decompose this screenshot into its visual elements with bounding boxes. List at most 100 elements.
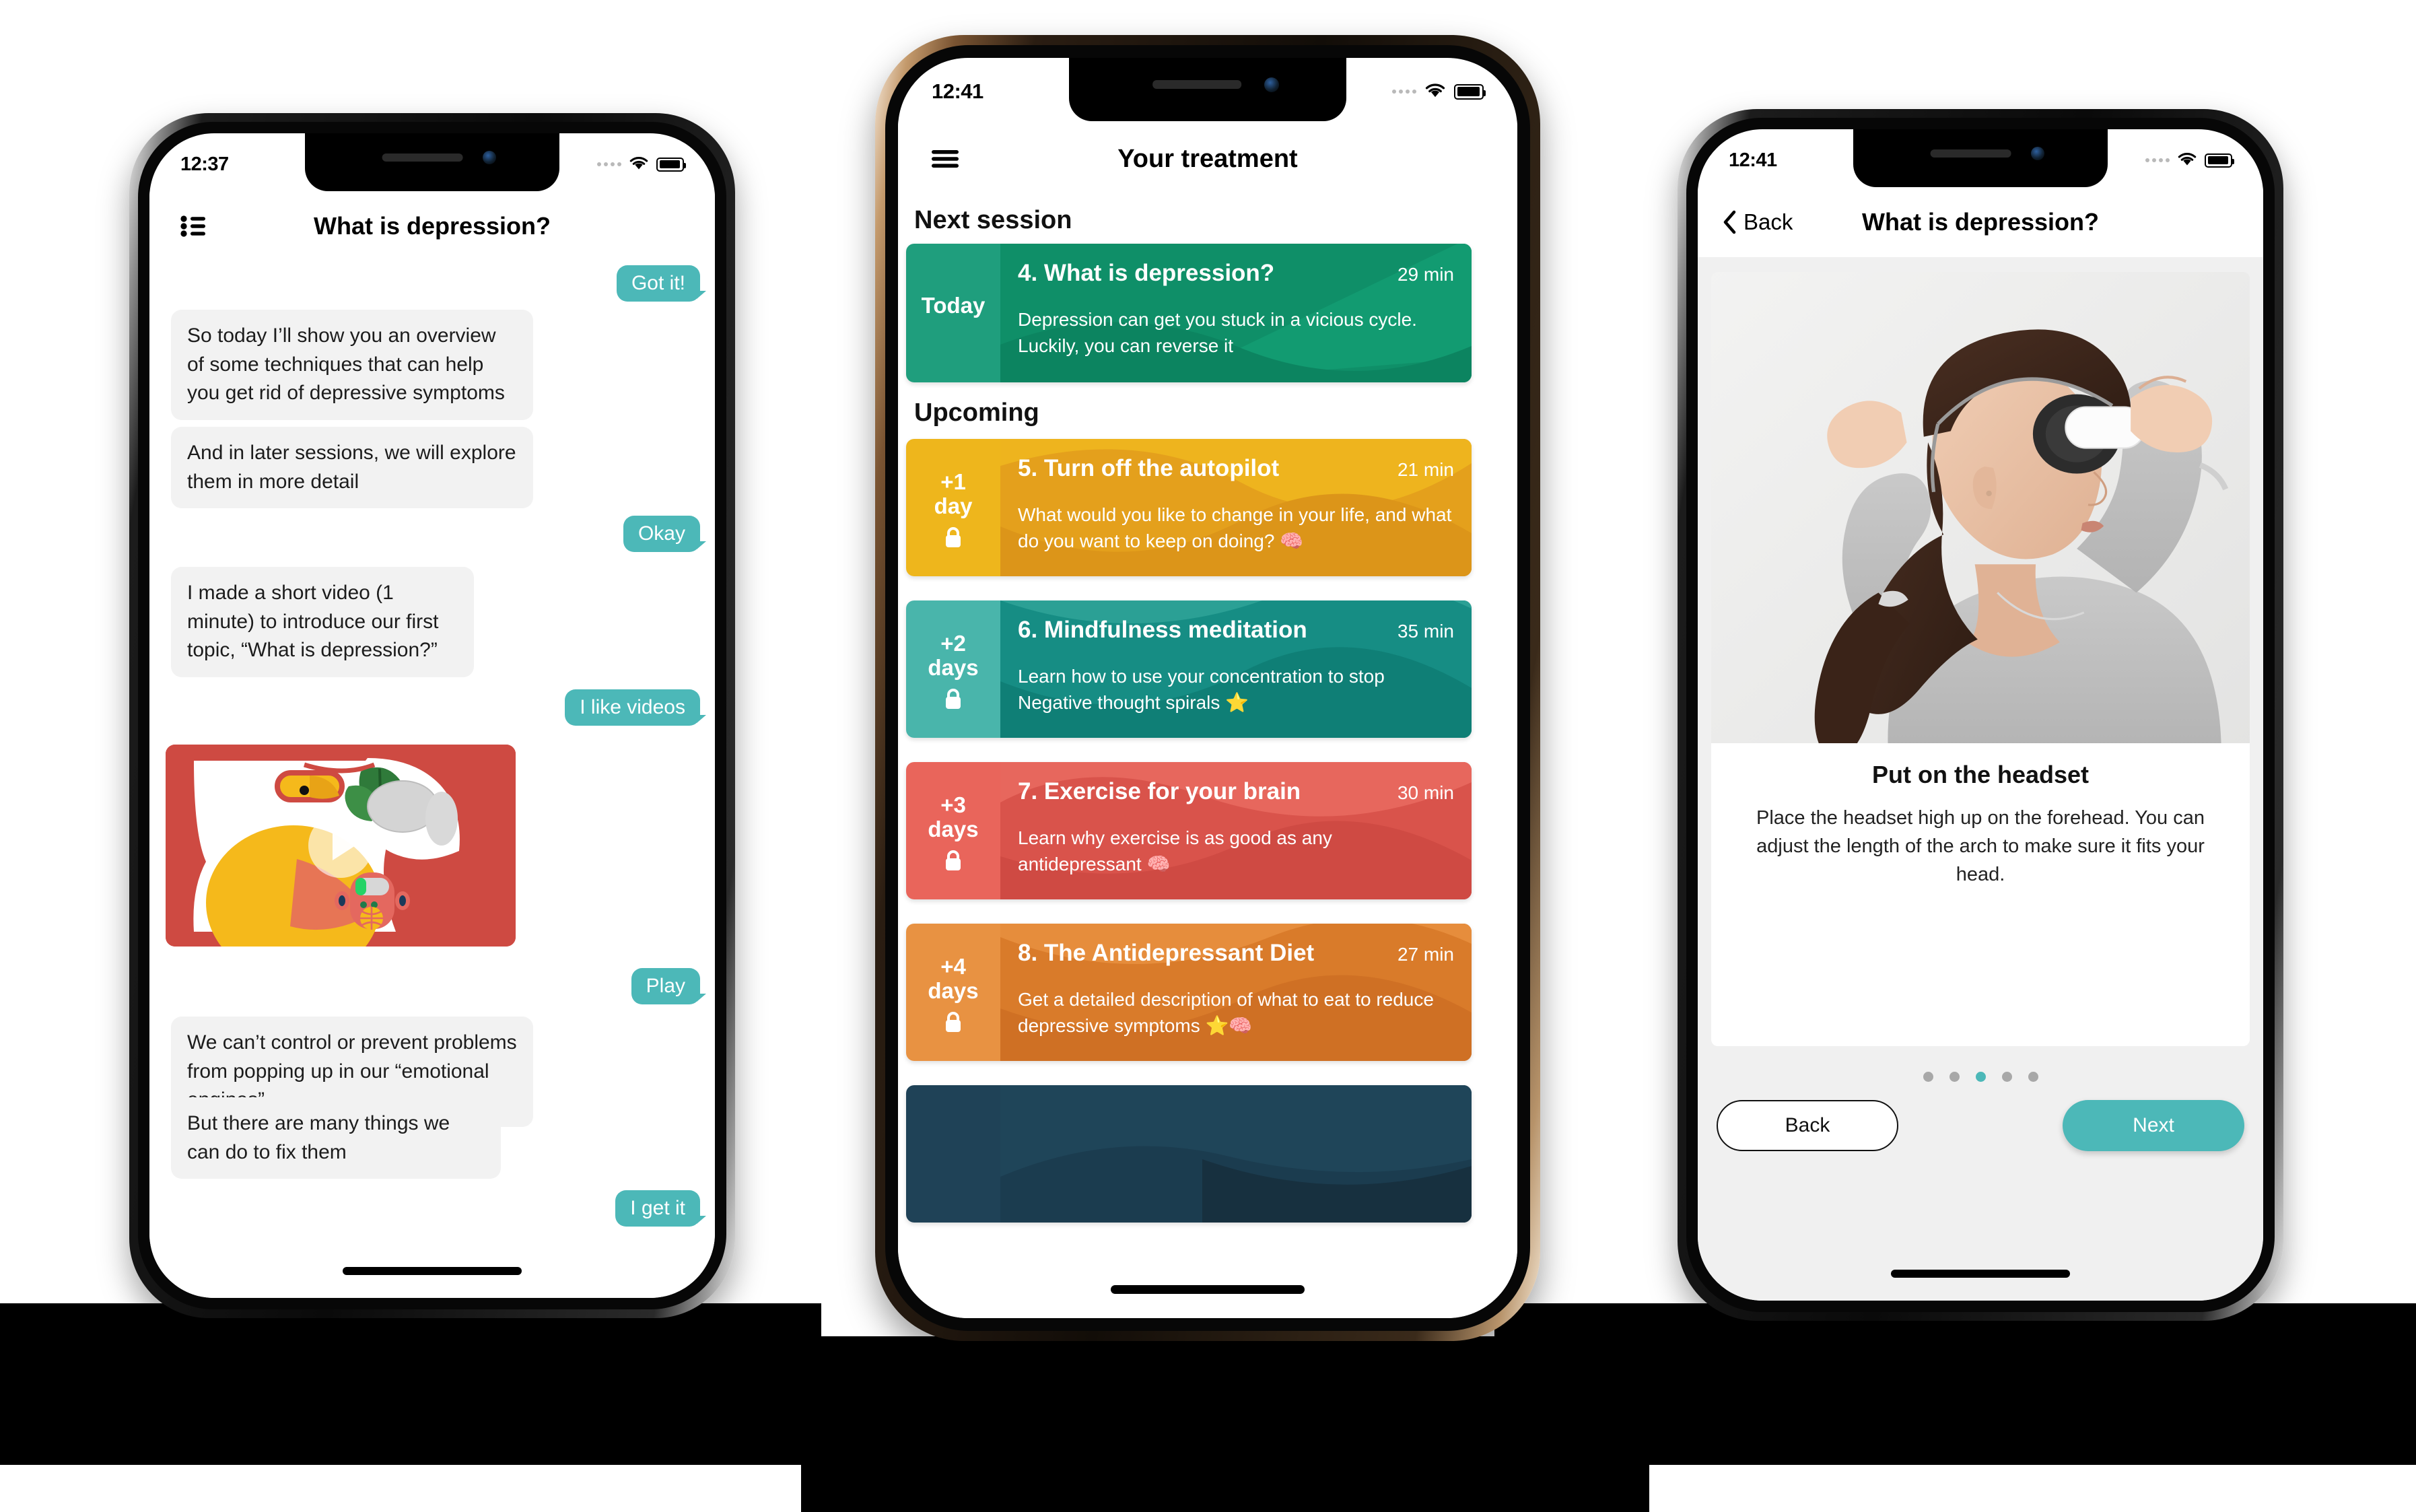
page-title: What is depression?: [313, 212, 551, 240]
session-card-body: 4. What is depression? 29 min Depression…: [1000, 244, 1472, 382]
session-description: Learn why exercise is as good as any ant…: [1018, 827, 1332, 874]
chat-bubble-in: I made a short video (1 minute) to intro…: [171, 567, 474, 677]
session-card-topline: 4. What is depression? 29 min: [1018, 260, 1454, 287]
video-thumbnail[interactable]: [166, 745, 516, 947]
chat-bubble-out: I get it: [615, 1190, 706, 1227]
session-card-body: 7. Exercise for your brain 30 min Learn …: [1000, 762, 1472, 899]
session-card-topline: 8. The Antidepressant Diet 27 min: [1018, 940, 1454, 967]
status-icons: [2145, 149, 2234, 172]
phone-chat: 12:37 What is depression? Got it! So tod…: [129, 113, 735, 1318]
next-button-label: Next: [2133, 1114, 2174, 1136]
session-title: 6. Mindfulness meditation: [1018, 617, 1307, 643]
earpiece-speaker: [1930, 149, 2011, 158]
chat-bubble-out: I like videos: [565, 689, 706, 726]
session-duration: 29 min: [1397, 264, 1454, 285]
session-description: Depression can get you stuck in a viciou…: [1018, 309, 1417, 356]
back-button[interactable]: Back: [1722, 209, 1793, 235]
session-card-day: +2 days: [906, 600, 1000, 738]
session-title: 8. The Antidepressant Diet: [1018, 940, 1315, 966]
session-day-unit: day: [934, 493, 973, 518]
signal-dots-icon: [2145, 158, 2170, 162]
session-card-day: [906, 1085, 1000, 1223]
hamburger-icon[interactable]: [932, 149, 959, 169]
battery-icon: [2205, 153, 2234, 168]
card-wave-decoration: [1000, 1085, 1472, 1223]
instruction-heading: Put on the headset: [1871, 761, 2090, 788]
session-card-body: 8. The Antidepressant Diet 27 min Get a …: [1000, 924, 1472, 1061]
status-clock: 12:41: [1729, 149, 1777, 171]
notch: [1069, 58, 1346, 121]
session-card[interactable]: +4 days 8. The Antidepressant Diet 27 mi…: [906, 924, 1472, 1061]
session-list[interactable]: Next session Today 4. What is depression…: [898, 197, 1517, 1318]
session-day-unit: days: [928, 977, 979, 1003]
phone-instructions: 12:41 Back What is depression? Put on th…: [1678, 109, 2283, 1321]
home-indicator: [1891, 1270, 2070, 1278]
notch: [1853, 129, 2108, 187]
lock-icon: [944, 1010, 963, 1037]
next-button[interactable]: Next: [2063, 1100, 2244, 1151]
back-button-footer-label: Back: [1785, 1114, 1830, 1136]
base-notch-cut-right: [1649, 1465, 2416, 1512]
back-button-footer[interactable]: Back: [1717, 1100, 1898, 1151]
session-day-label: +1: [940, 469, 966, 494]
list-icon[interactable]: [180, 215, 206, 237]
phone-treatment: 12:41 Your treatment Next session Today …: [875, 35, 1540, 1341]
wifi-icon: [629, 153, 649, 176]
status-clock: 12:41: [932, 79, 983, 103]
battery-icon: [656, 157, 686, 172]
session-duration: 27 min: [1397, 944, 1454, 965]
wifi-icon: [1424, 79, 1446, 104]
session-title: 5. Turn off the autopilot: [1018, 455, 1280, 481]
session-duration: 21 min: [1397, 459, 1454, 480]
session-description: What would you like to change in your li…: [1018, 504, 1452, 551]
session-day-label: +2: [940, 631, 966, 656]
session-card[interactable]: +3 days 7. Exercise for your brain 30 mi…: [906, 762, 1472, 899]
session-description: Learn how to use your concentration to s…: [1018, 666, 1385, 713]
session-card-day: +4 days: [906, 924, 1000, 1061]
session-card-topline: 5. Turn off the autopilot 21 min: [1018, 455, 1454, 482]
session-card[interactable]: +2 days 6. Mindfulness meditation 35 min: [906, 600, 1472, 738]
session-card[interactable]: [906, 1085, 1472, 1223]
session-card-topline: 6. Mindfulness meditation 35 min: [1018, 617, 1454, 644]
session-card[interactable]: +1 day 5. Turn off the autopilot 21 min: [906, 439, 1472, 576]
pagination-dot[interactable]: [2028, 1072, 2038, 1082]
pagination-dot[interactable]: [1949, 1072, 1960, 1082]
chat-list[interactable]: Got it! So today I’ll show you an overvi…: [149, 261, 715, 1298]
session-card-day: +3 days: [906, 762, 1000, 899]
session-description: Get a detailed description of what to ea…: [1018, 989, 1434, 1036]
phone-screen: 12:41 Back What is depression? Put on th…: [1698, 129, 2263, 1301]
instruction-body: Place the headset high up on the forehea…: [1756, 807, 2205, 886]
session-duration: 35 min: [1397, 621, 1454, 642]
session-card-day: +1 day: [906, 439, 1000, 576]
session-title: 7. Exercise for your brain: [1018, 778, 1301, 804]
base-notch-cut-left: [0, 1465, 801, 1512]
play-icon[interactable]: [308, 813, 373, 878]
battery-icon: [1454, 83, 1486, 100]
back-button-label: Back: [1744, 209, 1793, 234]
pagination-dot[interactable]: [2001, 1072, 2012, 1082]
section-heading-next: Next session: [914, 206, 1072, 234]
lock-icon: [944, 687, 963, 714]
session-card-body: 6. Mindfulness meditation 35 min Learn h…: [1000, 600, 1472, 738]
chat-bubble-in: So today I’ll show you an overview of so…: [171, 310, 533, 420]
status-icons: [597, 153, 686, 176]
earpiece-speaker: [1152, 80, 1242, 89]
pagination-dot-active[interactable]: [1975, 1072, 1986, 1082]
lock-icon: [944, 849, 963, 875]
session-duration: 30 min: [1397, 782, 1454, 803]
instruction-screen: Put on the headset Place the headset hig…: [1698, 257, 2263, 1301]
chat-bubble-out: Play: [631, 968, 707, 1004]
nav-bar: Your treatment: [898, 121, 1517, 197]
signal-dots-icon: [1392, 90, 1416, 94]
session-day-unit: days: [928, 654, 979, 680]
pagination-dot[interactable]: [1923, 1072, 1933, 1082]
session-card-day: Today: [906, 244, 1000, 382]
session-day-label: +4: [940, 954, 966, 979]
session-day-label: Today: [921, 293, 986, 318]
woman-putting-on-headset-photo: [1711, 272, 2250, 743]
wifi-icon: [2177, 149, 2197, 172]
session-card[interactable]: Today 4. What is depression? 29 min Depr…: [906, 244, 1472, 382]
chat-bubble-in: But there are many things we can do to f…: [171, 1097, 501, 1179]
pagination-dots[interactable]: [1698, 1072, 2263, 1082]
front-camera: [2031, 147, 2044, 160]
